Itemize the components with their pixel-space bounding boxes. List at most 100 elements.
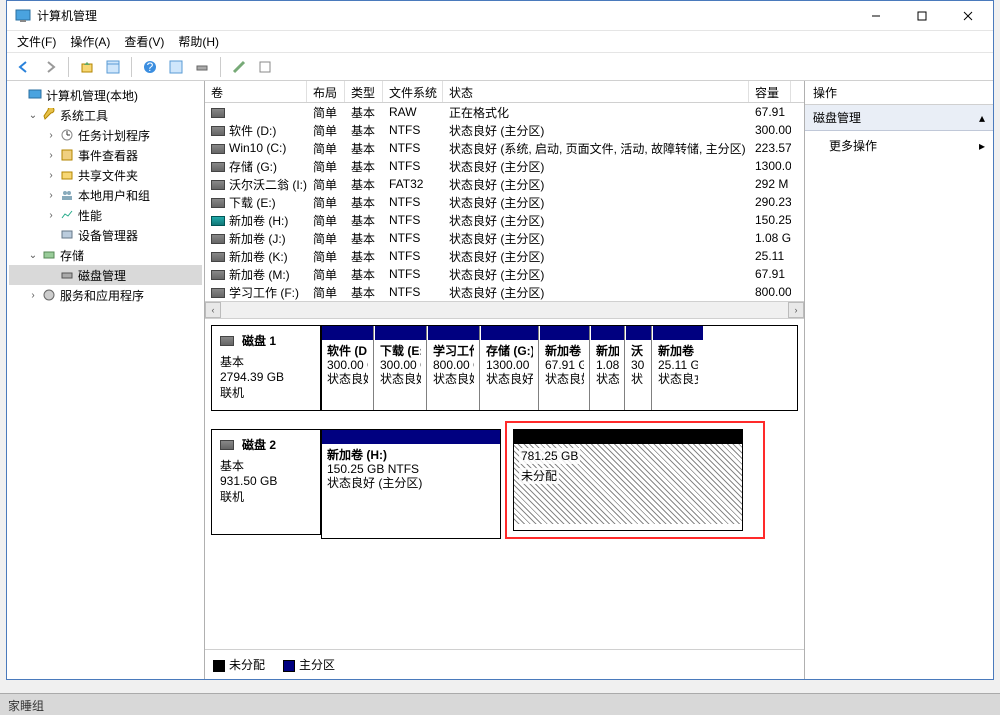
perf-icon [59,207,75,223]
volume-row[interactable]: 新加卷 (M:)简单基本NTFS状态良好 (主分区)67.91 [205,265,804,283]
menubar: 文件(F) 操作(A) 查看(V) 帮助(H) [7,31,993,53]
device-icon [59,227,75,243]
volume-row[interactable]: 新加卷 (H:)简单基本NTFS状态良好 (主分区)150.25 [205,211,804,229]
toolbar: ? [7,53,993,81]
disk2-state: 联机 [220,488,312,505]
tool-button-4[interactable] [254,56,276,78]
disk1-type: 基本 [220,353,312,370]
volume-list-header: 卷 布局 类型 文件系统 状态 容量 [205,81,804,103]
disk1-row[interactable]: 磁盘 1 基本 2794.39 GB 联机 软件 (D300.00 G状态良好下… [211,325,798,411]
menu-file[interactable]: 文件(F) [17,33,56,50]
tree-storage[interactable]: ⌄存储 [9,245,202,265]
tree-label: 本地用户和组 [78,187,150,204]
main-pane: 卷 布局 类型 文件系统 状态 容量 简单基本RAW正在格式化67.91软件 (… [205,81,805,679]
legend-primary: 主分区 [299,658,335,672]
volume-row[interactable]: 软件 (D:)简单基本NTFS状态良好 (主分区)300.00 [205,121,804,139]
disk1-title: 磁盘 1 [242,332,276,349]
disk1-partition[interactable]: 新加卷67.91 G状态良好 [540,326,590,410]
disk1-label: 磁盘 1 基本 2794.39 GB 联机 [211,325,321,411]
tree-label: 系统工具 [60,107,108,124]
tree-devmgr[interactable]: 设备管理器 [9,225,202,245]
volume-row[interactable]: 沃尔沃二翁 (I:)简单基本FAT32状态良好 (主分区)292 M [205,175,804,193]
volume-row[interactable]: 下载 (E:)简单基本NTFS状态良好 (主分区)290.23 [205,193,804,211]
scroll-right-button[interactable]: › [788,302,804,318]
forward-button[interactable] [39,56,61,78]
actions-more[interactable]: 更多操作 ▸ [805,131,993,160]
volume-row[interactable]: 新加卷 (J:)简单基本NTFS状态良好 (主分区)1.08 G [205,229,804,247]
volume-row[interactable]: Win10 (C:)简单基本NTFS状态良好 (系统, 启动, 页面文件, 活动… [205,139,804,157]
volume-icon [211,270,225,280]
event-icon [59,147,75,163]
swatch-unalloc [213,660,225,672]
tree-sharedfolders[interactable]: ›共享文件夹 [9,165,202,185]
tree-localusers[interactable]: ›本地用户和组 [9,185,202,205]
tree-systools[interactable]: ⌄系统工具 [9,105,202,125]
tree-diskmgmt[interactable]: 磁盘管理 [9,265,202,285]
disk2-part-unallocated[interactable]: 781.25 GB 未分配 [513,429,743,531]
volume-row[interactable]: 存储 (G:)简单基本NTFS状态良好 (主分区)1300.0 [205,157,804,175]
tree-perf[interactable]: ›性能 [9,205,202,225]
app-window: 计算机管理 文件(F) 操作(A) 查看(V) 帮助(H) ? 计算机管理(本地… [6,0,994,680]
disk2-type: 基本 [220,457,312,474]
help-button[interactable]: ? [139,56,161,78]
tree-tasksched[interactable]: ›任务计划程序 [9,125,202,145]
tree-root[interactable]: 计算机管理(本地) [9,85,202,105]
volume-icon [211,180,225,190]
disk-graphics: 磁盘 1 基本 2794.39 GB 联机 软件 (D300.00 G状态良好下… [205,319,804,649]
taskbar-fragment: 家睡组 [0,693,1000,715]
disk1-partition[interactable]: 新加1.08状态 [591,326,625,410]
volume-icon [211,216,225,226]
h-scrollbar[interactable]: ‹ › [205,301,804,319]
chevron-right-icon: ▸ [979,139,985,153]
disk1-partition[interactable]: 学习工作800.00 G状态良好 [428,326,480,410]
disk2-size: 931.50 GB [220,474,312,488]
wrench-icon [41,107,57,123]
volume-row[interactable]: 学习工作 (F:)简单基本NTFS状态良好 (主分区)800.00 [205,283,804,301]
disk2-part1[interactable]: 新加卷 (H:) 150.25 GB NTFS 状态良好 (主分区) [321,429,501,539]
actions-section-diskmgmt[interactable]: 磁盘管理 ▴ [805,105,993,131]
menu-view[interactable]: 查看(V) [124,33,164,50]
menu-help[interactable]: 帮助(H) [178,33,219,50]
volume-row[interactable]: 简单基本RAW正在格式化67.91 [205,103,804,121]
disk1-partition[interactable]: 下载 (E:)300.00 G状态良好 [375,326,427,410]
close-button[interactable] [945,1,991,31]
menu-action[interactable]: 操作(A) [70,33,110,50]
disk2-title: 磁盘 2 [242,436,276,453]
col-layout[interactable]: 布局 [307,81,345,102]
tool-button-1[interactable] [165,56,187,78]
scroll-left-button[interactable]: ‹ [205,302,221,318]
disk1-partition[interactable]: 存储 (G:)1300.00 G状态良好 [481,326,539,410]
col-capacity[interactable]: 容量 [749,81,791,102]
back-button[interactable] [13,56,35,78]
tool-button-3[interactable] [228,56,250,78]
col-fs[interactable]: 文件系统 [383,81,443,102]
part-status: 未分配 [519,468,559,484]
disk1-partition[interactable]: 新加卷25.11 G状态良女 [653,326,703,410]
maximize-button[interactable] [899,1,945,31]
tree-label: 计算机管理(本地) [46,87,138,104]
col-status[interactable]: 状态 [443,81,749,102]
collapse-icon: ▴ [979,111,985,125]
volume-row[interactable]: 新加卷 (K:)简单基本NTFS状态良好 (主分区)25.11 [205,247,804,265]
disk1-partition[interactable]: 软件 (D300.00 G状态良好 [322,326,374,410]
tree-label: 共享文件夹 [78,167,138,184]
minimize-button[interactable] [853,1,899,31]
up-button[interactable] [76,56,98,78]
disk2-row[interactable]: 磁盘 2 基本 931.50 GB 联机 新加卷 (H:) 150.25 GB … [211,429,798,539]
col-volume[interactable]: 卷 [205,81,307,102]
tree-eventviewer[interactable]: ›事件查看器 [9,145,202,165]
legend: 未分配 主分区 [205,649,804,679]
view-button[interactable] [102,56,124,78]
tree-label: 磁盘管理 [78,267,126,284]
tree-label: 存储 [60,247,84,264]
volume-list[interactable]: 简单基本RAW正在格式化67.91软件 (D:)简单基本NTFS状态良好 (主分… [205,103,804,301]
nav-tree[interactable]: 计算机管理(本地) ⌄系统工具 ›任务计划程序 ›事件查看器 ›共享文件夹 ›本… [7,81,205,679]
disk1-partition[interactable]: 沃30状 [626,326,652,410]
col-type[interactable]: 类型 [345,81,383,102]
tool-button-2[interactable] [191,56,213,78]
tree-services[interactable]: ›服务和应用程序 [9,285,202,305]
footer-text: 家睡组 [8,699,44,713]
clock-icon [59,127,75,143]
svg-text:?: ? [147,60,154,74]
volume-icon [211,126,225,136]
